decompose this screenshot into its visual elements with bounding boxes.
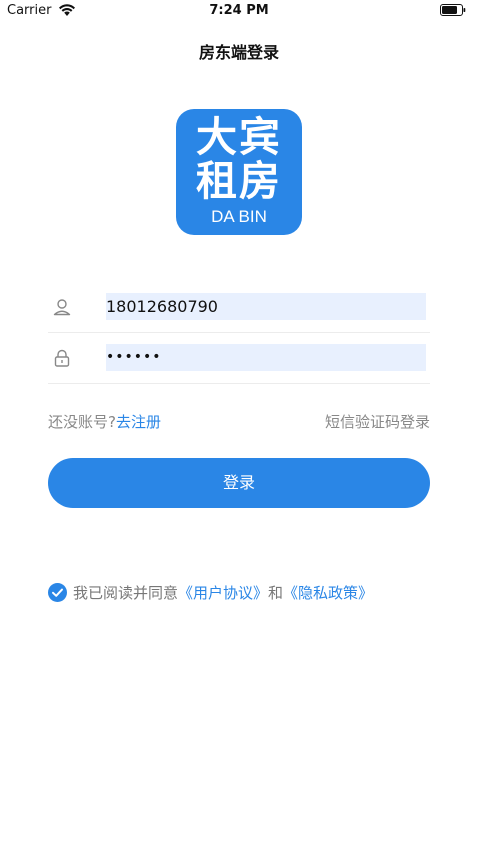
no-account-text: 还没账号?去注册 xyxy=(48,411,161,432)
checkbox-checked-icon[interactable] xyxy=(48,583,67,602)
user-icon xyxy=(53,299,71,316)
register-link[interactable]: 去注册 xyxy=(116,413,161,431)
agreement-row: 我已阅读并同意《用户协议》和《隐私政策》 xyxy=(48,583,373,603)
no-account-label: 还没账号? xyxy=(48,413,116,431)
logo-subtitle: DA BIN xyxy=(211,207,267,226)
phone-row: 18012680790 xyxy=(48,282,430,333)
lock-icon xyxy=(54,349,70,367)
sms-login-link[interactable]: 短信验证码登录 xyxy=(325,411,430,432)
logo-line-1: 大宾 xyxy=(196,113,282,161)
status-time: 7:24 PM xyxy=(209,3,269,18)
phone-input[interactable]: 18012680790 xyxy=(106,293,426,320)
login-button[interactable]: 登录 xyxy=(48,458,430,508)
page-title: 房东端登录 xyxy=(198,43,279,62)
battery-icon xyxy=(440,4,466,16)
privacy-policy-link[interactable]: 《隐私政策》 xyxy=(283,584,373,602)
password-row: •••••• xyxy=(48,333,430,384)
agreement-and: 和 xyxy=(268,584,284,602)
status-bar: Carrier 7:24 PM xyxy=(0,0,478,24)
logo-line-2: 租房 xyxy=(196,157,282,205)
user-agreement-link[interactable]: 《用户协议》 xyxy=(178,584,268,602)
password-input[interactable]: •••••• xyxy=(106,344,426,371)
agreement-prefix: 我已阅读并同意 xyxy=(73,584,179,602)
app-logo: 大宾 租房 DA BIN xyxy=(176,109,302,235)
